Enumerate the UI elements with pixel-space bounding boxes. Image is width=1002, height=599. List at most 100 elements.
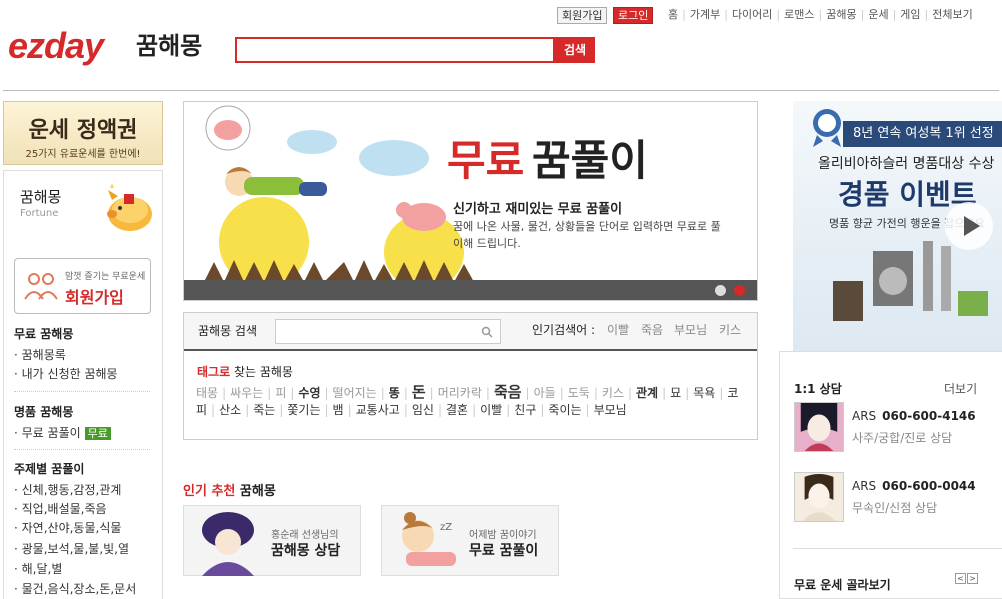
divider: [14, 391, 150, 392]
tag-link[interactable]: 임신: [412, 403, 434, 417]
sidebar-item-topic[interactable]: · 광물,보석,물,불,빛,열: [14, 540, 129, 559]
card-small-text: 홍순래 선생님의: [271, 530, 339, 541]
tag-link[interactable]: 목욕: [693, 386, 715, 400]
tag-link[interactable]: 태몽: [196, 386, 218, 400]
lucky-pig-icon: [107, 183, 152, 231]
free-badge: 무료: [84, 427, 111, 440]
sidebar-item-topic[interactable]: · 해,달,별: [14, 560, 62, 579]
tag-link[interactable]: 머리카락: [438, 386, 482, 400]
tag-link[interactable]: 부모님: [594, 403, 627, 417]
tag-separator: |: [222, 386, 227, 400]
tag-link[interactable]: 교통사고: [356, 403, 400, 417]
nav-all[interactable]: 전체보기: [932, 7, 972, 23]
login-button[interactable]: 로그인: [613, 7, 654, 24]
svg-text:zZ: zZ: [440, 522, 452, 533]
tag-separator: |: [403, 386, 408, 400]
top-nav: 홈 | 가계부 | 다이어리 | 로맨스 | 꿈해몽 | 운세 | 게임 | 전체보기: [668, 7, 973, 23]
tag-link[interactable]: 묘: [670, 386, 681, 400]
tag-link[interactable]: 죽이는: [548, 403, 581, 417]
tag-link[interactable]: 산소: [219, 403, 241, 417]
popular-keyword[interactable]: 부모님: [674, 321, 707, 338]
pager-dot-1[interactable]: [715, 285, 726, 296]
join-button[interactable]: 회원가입: [557, 7, 608, 24]
nav-game[interactable]: 게임: [900, 7, 920, 23]
search-icon[interactable]: [481, 326, 493, 338]
sidebar-item-topic[interactable]: · 물건,음식,장소,돈,문서: [14, 580, 136, 599]
tag-heading: 태그로 찾는 꿈해몽: [197, 365, 293, 379]
divider: [14, 449, 150, 450]
fortune-pass-ad[interactable]: 운세 정액권 25가지 유료운세를 한번에!: [3, 101, 163, 165]
next-arrow-icon[interactable]: >: [967, 573, 978, 584]
pager-dot-2[interactable]: [734, 285, 745, 296]
logo-subtitle[interactable]: 꿈해몽: [136, 32, 202, 60]
tag-separator: |: [559, 386, 564, 400]
tag-link[interactable]: 싸우는: [230, 386, 263, 400]
tag-link[interactable]: 피: [275, 386, 286, 400]
popular-keyword[interactable]: 키스: [719, 321, 741, 338]
sleepy-girl-illustration: zZ: [402, 512, 456, 566]
prev-arrow-icon[interactable]: <: [955, 573, 966, 584]
tag-separator: |: [585, 403, 590, 417]
search-button[interactable]: 검색: [555, 37, 595, 63]
banner-headline: 신기하고 재미있는 무료 꿈풀이: [453, 202, 623, 217]
card-small-text: 어제밤 꿈이야기: [469, 530, 537, 541]
tag-link[interactable]: 똥: [389, 386, 400, 400]
search-input[interactable]: [235, 37, 555, 63]
consultant-desc: 무속인/신점 상담: [852, 501, 938, 515]
section-free-dream: 무료 꿈해몽: [14, 327, 74, 341]
popular-keyword[interactable]: 죽음: [641, 321, 663, 338]
tag-link[interactable]: 떨어지는: [333, 386, 377, 400]
join-banner-small: 맘껏 즐기는 무료운세: [65, 272, 146, 282]
tag-link[interactable]: 도둑: [568, 386, 590, 400]
sidebar-item-topic[interactable]: · 자연,산야,동물,식물: [14, 519, 121, 538]
people-icon: [24, 273, 58, 300]
popular-keyword[interactable]: 이빨: [607, 321, 629, 338]
play-icon[interactable]: [945, 202, 993, 250]
tag-link[interactable]: 죽는: [253, 403, 275, 417]
nav-dream[interactable]: 꿈해몽: [826, 7, 856, 23]
nav-fortune[interactable]: 운세: [868, 7, 888, 23]
tag-link[interactable]: 아들: [534, 386, 556, 400]
sidebar-item-dream-log[interactable]: · 꿈해몽록: [14, 346, 66, 365]
event-ad[interactable]: 8년 연속 여성복 1위 선정 올리비아하슬러 명품대상 수상 경품 이벤트 명…: [793, 101, 1002, 351]
logo[interactable]: ezday: [8, 28, 104, 64]
recommend-heading: 인기 추천 꿈해몽: [183, 484, 276, 499]
dream-search-input[interactable]: [275, 319, 501, 344]
more-link[interactable]: 더보기: [944, 380, 977, 397]
recommend-card-consult[interactable]: 홍순래 선생님의 꿈해몽 상담: [183, 505, 361, 576]
tag-separator: |: [245, 403, 250, 417]
tag-link[interactable]: 돈: [412, 383, 426, 401]
tag-separator: |: [485, 386, 490, 400]
tag-link[interactable]: 이빨: [480, 403, 502, 417]
tag-link[interactable]: 결혼: [446, 403, 468, 417]
consultant-avatar[interactable]: [794, 472, 844, 522]
nav-home[interactable]: 홈: [668, 7, 678, 23]
nav-diary[interactable]: 다이어리: [732, 7, 772, 23]
nav-budget[interactable]: 가계부: [690, 7, 720, 23]
sidebar-item-topic[interactable]: · 직업,배설물,죽음: [14, 500, 107, 519]
tag-separator: |: [324, 403, 329, 417]
nav-romance[interactable]: 로맨스: [784, 7, 814, 23]
sidebar-item-free-interpretation[interactable]: · 무료 꿈풀이 무료: [14, 424, 111, 443]
consultant-avatar[interactable]: [794, 402, 844, 452]
consultant-phone[interactable]: ARS 060-600-4146: [852, 409, 976, 423]
sidebar-join-banner[interactable]: 맘껏 즐기는 무료운세 회원가입: [14, 258, 151, 314]
card-main-text: 꿈해몽 상담: [271, 543, 341, 559]
card-main-text: 무료 꿈풀이: [469, 543, 539, 559]
ad-subtitle: 25가지 유료운세를 한번에!: [25, 149, 141, 160]
recommend-card-free[interactable]: zZ 어제밤 꿈이야기 무료 꿈풀이: [381, 505, 559, 576]
tag-link[interactable]: 죽음: [494, 383, 522, 401]
tag-link[interactable]: 키스: [602, 386, 624, 400]
join-banner-big: 회원가입: [65, 288, 124, 307]
tag-link[interactable]: 수영: [298, 386, 320, 400]
tag-link[interactable]: 뱀: [333, 403, 344, 417]
tag-separator: |: [267, 386, 272, 400]
tag-link[interactable]: 관계: [636, 386, 658, 400]
sidebar-item-topic[interactable]: · 신체,행동,감정,관계: [14, 481, 121, 500]
consultant-phone[interactable]: ARS 060-600-0044: [852, 479, 976, 493]
sidebar-item-my-dreams[interactable]: · 내가 신청한 꿈해몽: [14, 365, 118, 384]
tag-link[interactable]: 친구: [514, 403, 536, 417]
tag-separator: |: [662, 386, 667, 400]
tag-link[interactable]: 쫓기는: [287, 403, 320, 417]
ad-title: 운세 정액권: [28, 118, 138, 143]
